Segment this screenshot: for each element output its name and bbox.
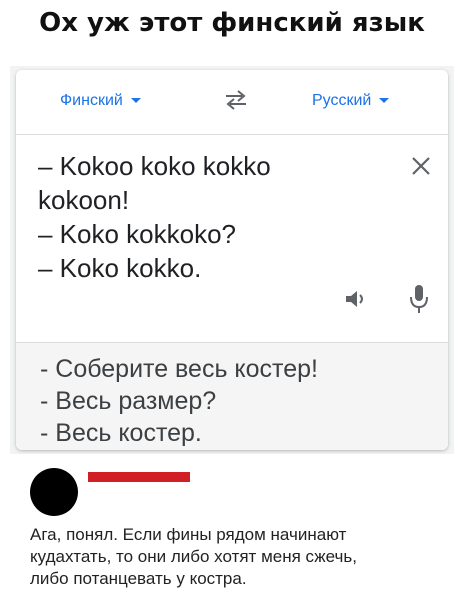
target-language-select[interactable]: Русский: [312, 92, 390, 110]
source-language-label: Финский: [60, 92, 123, 109]
comment-line: Ага, понял. Если фины рядом начинают: [30, 525, 347, 544]
microphone-icon[interactable]: [408, 283, 430, 315]
chevron-down-icon: [130, 98, 141, 104]
result-line: - Весь размер?: [40, 387, 217, 415]
swap-arrows-icon[interactable]: [222, 86, 250, 114]
close-icon[interactable]: [408, 153, 434, 179]
result-line: - Соберите весь костер!: [40, 355, 318, 383]
target-language-label: Русский: [312, 92, 372, 109]
source-line: – Koko kokkoko?: [38, 219, 237, 249]
source-line: kokoon!: [38, 185, 130, 215]
source-language-select[interactable]: Финский: [60, 92, 141, 110]
comment-line: кудахтать, то они либо хотят меня сжечь,: [30, 547, 357, 566]
translator-card: Финский Русский – Kokoo koko kokko kokoo…: [16, 70, 448, 450]
source-text-area[interactable]: – Kokoo koko kokko kokoon! – Koko kokkok…: [16, 135, 448, 341]
avatar[interactable]: [30, 468, 78, 516]
language-bar: Финский Русский: [16, 70, 448, 135]
comment-text: Ага, понял. Если фины рядом начинают куд…: [30, 524, 450, 590]
meme-title: Ох уж этот финский язык: [39, 8, 425, 38]
speaker-icon[interactable]: [342, 285, 370, 313]
comment-line: либо потанцевать у костра.: [30, 569, 247, 588]
translator-panel: Финский Русский – Kokoo koko kokko kokoo…: [10, 66, 454, 454]
source-line: – Kokoo koko kokko: [38, 151, 271, 181]
source-line: – Koko kokko.: [38, 253, 202, 283]
translation-result-area: - Соберите весь костер! - Весь размер? -…: [16, 342, 448, 450]
redacted-username: [88, 472, 190, 482]
result-line: - Весь костер.: [40, 419, 202, 447]
chevron-down-icon: [379, 98, 390, 104]
comment: Ага, понял. Если фины рядом начинают куд…: [0, 454, 464, 604]
